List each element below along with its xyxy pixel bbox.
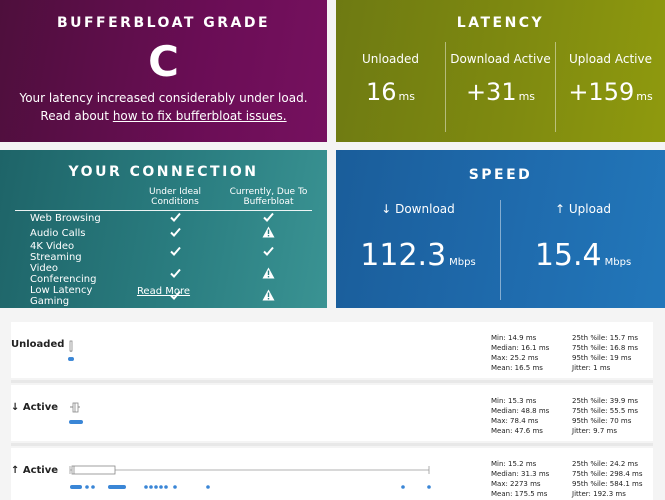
sample-dot: [206, 485, 210, 489]
check-icon: [169, 246, 181, 259]
sample-dots: [70, 485, 82, 489]
activity-name: Audio Calls: [30, 228, 86, 239]
check-icon: [169, 227, 181, 240]
sample-dot: [144, 485, 148, 489]
connection-row: 4K Video Streaming: [15, 241, 312, 263]
download-label: ↓ Download: [381, 202, 455, 216]
stats-left: Min: 14.9 ms Median: 16.1 ms Max: 25.2 ms M…: [491, 334, 550, 372]
read-more: Read More: [0, 286, 327, 297]
sample-dot: [149, 485, 153, 489]
sample-dot: [70, 357, 74, 361]
bufferbloat-grade-panel: BUFFERBLOAT GRADE C Your latency increas…: [0, 0, 327, 142]
latency-value: +159 ms: [568, 78, 653, 106]
sample-dot: [401, 485, 405, 489]
speed-upload: ↑ Upload 15.4 Mbps: [500, 200, 665, 300]
read-more-link[interactable]: Read More: [137, 286, 190, 297]
ideal-status: [125, 226, 225, 241]
stats-right: 25th %ile: 15.7 ms 75th %ile: 16.8 ms 95th…: [572, 334, 639, 372]
speed-panel: SPEED ↓ Download 112.3 Mbps ↑ Upload 15.4…: [336, 150, 665, 308]
sample-dot: [91, 485, 95, 489]
distribution-row-unloaded: Unloaded Min: 14.9 ms Median: 16.1 ms Max:…: [11, 322, 653, 378]
box: [72, 402, 79, 413]
check-icon: [169, 268, 181, 281]
latency-columns: Unloaded 16 ms Download Active +31 ms Uplo…: [336, 42, 665, 132]
connection-header-current: Currently, Due To Bufferbloat: [225, 185, 312, 211]
read-about-prefix: Read about: [40, 109, 113, 123]
speed-download: ↓ Download 112.3 Mbps: [336, 200, 500, 300]
connection-row: Video Conferencing: [15, 263, 312, 285]
row-divider: [11, 443, 653, 446]
grade-read-about: Read about how to fix bufferbloat issues…: [0, 109, 327, 123]
distribution-row-download-active: ↓ Active Min: 15.3 ms Median: 48.8 ms Max:…: [11, 385, 653, 441]
warning-icon: [262, 226, 275, 241]
speed-columns: ↓ Download 112.3 Mbps ↑ Upload 15.4 Mbps: [336, 200, 665, 300]
connection-row: Web Browsing: [15, 211, 312, 227]
connection-title: YOUR CONNECTION: [68, 164, 259, 180]
stats-right: 25th %ile: 24.2 ms 75th %ile: 298.4 ms 95t…: [572, 460, 643, 498]
sample-dot: [173, 485, 177, 489]
connection-row: Audio Calls: [15, 226, 312, 241]
grade-title: BUFFERBLOAT GRADE: [56, 15, 271, 31]
current-status: [225, 211, 312, 227]
speed-title: SPEED: [468, 167, 533, 183]
current-status: [225, 263, 312, 285]
sample-dot: [85, 485, 89, 489]
sample-dot: [164, 485, 168, 489]
latency-label: Upload Active: [569, 52, 652, 66]
download-active-boxplot: [69, 402, 83, 424]
latency-value: 16 ms: [366, 78, 415, 106]
grade-letter: C: [148, 37, 179, 86]
unloaded-boxplot: [68, 340, 74, 361]
activity-name: Web Browsing: [30, 213, 101, 224]
latency-upload-active: Upload Active +159 ms: [555, 42, 665, 132]
sample-dots: [69, 420, 83, 424]
connection-panel: YOUR CONNECTION Under Ideal Conditions C…: [0, 150, 327, 308]
latency-download-active: Download Active +31 ms: [445, 42, 555, 132]
ideal-status: [125, 211, 225, 227]
sample-dot: [154, 485, 158, 489]
upload-label: ↑ Upload: [555, 202, 611, 216]
sample-dot: [427, 485, 431, 489]
ideal-status: [125, 263, 225, 285]
check-icon: [263, 212, 274, 225]
distribution-row-upload-active: ↑ Active Min: 15.2 ms Median: 31.3 ms Max:…: [11, 448, 653, 500]
connection-header-empty: [15, 185, 125, 211]
upload-active-boxplot: [69, 465, 431, 489]
row-divider: [11, 380, 653, 383]
check-icon: [169, 212, 181, 225]
sample-dot: [159, 485, 163, 489]
ideal-status: [125, 241, 225, 263]
latency-value: +31 ms: [465, 78, 536, 106]
latency-label: Download Active: [450, 52, 551, 66]
fix-bufferbloat-link[interactable]: how to fix bufferbloat issues.: [113, 109, 287, 123]
upload-value: 15.4 Mbps: [534, 238, 632, 273]
sample-dots: [108, 485, 126, 489]
warning-icon: [262, 267, 275, 282]
activity-name: 4K Video Streaming: [30, 241, 82, 263]
stats-left: Min: 15.2 ms Median: 31.3 ms Max: 2273 ms M…: [491, 460, 550, 498]
download-value: 112.3 Mbps: [360, 238, 476, 273]
activity-name: Video Conferencing: [30, 263, 97, 285]
check-icon: [263, 246, 274, 259]
latency-label: Unloaded: [361, 52, 420, 66]
current-status: [225, 226, 312, 241]
latency-panel: LATENCY Unloaded 16 ms Download Active +3…: [336, 0, 665, 142]
stats-right: 25th %ile: 39.9 ms 75th %ile: 55.5 ms 95th…: [572, 397, 639, 435]
grade-message: Your latency increased considerably unde…: [19, 91, 308, 105]
stats-left: Min: 15.3 ms Median: 48.8 ms Max: 78.4 ms M…: [491, 397, 550, 435]
current-status: [225, 241, 312, 263]
box: [69, 340, 73, 352]
box: [71, 465, 116, 475]
latency-title: LATENCY: [456, 15, 545, 31]
latency-unloaded: Unloaded 16 ms: [336, 42, 445, 132]
connection-header-ideal: Under Ideal Conditions: [125, 185, 225, 211]
